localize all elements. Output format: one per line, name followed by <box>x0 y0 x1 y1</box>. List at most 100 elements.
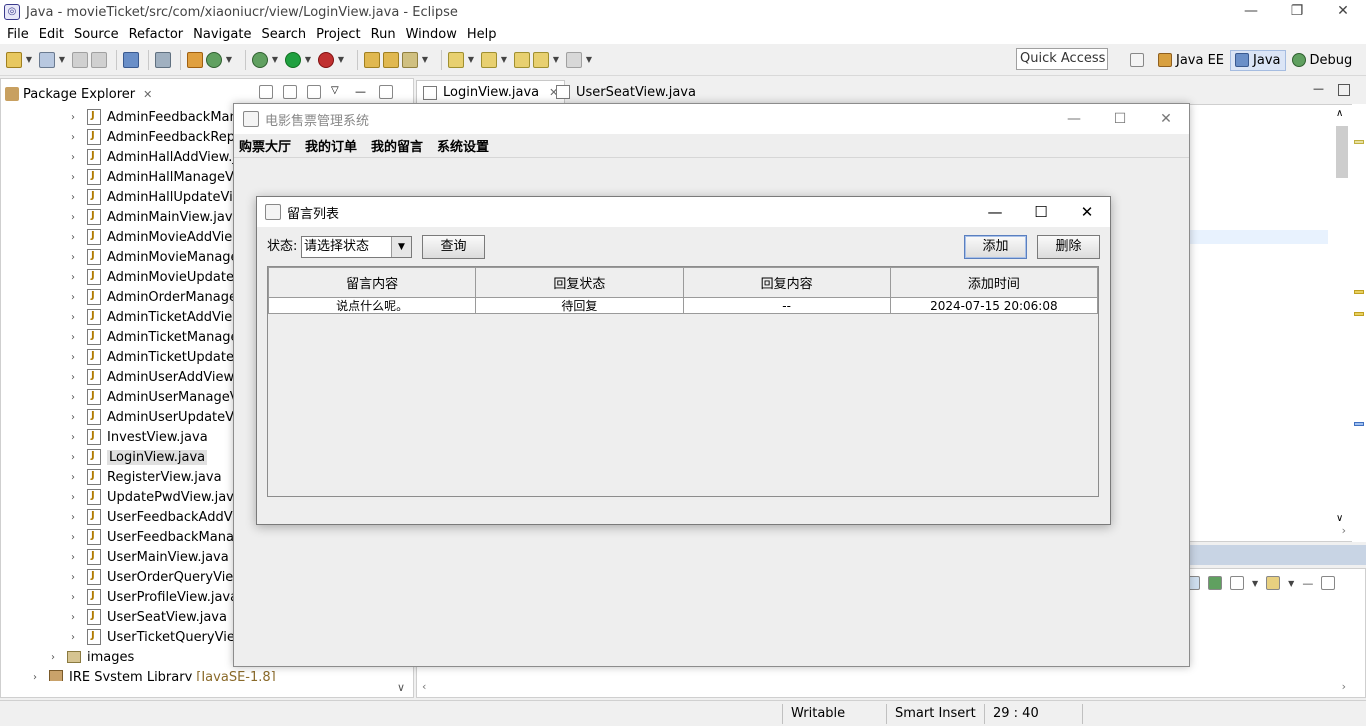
tree-item[interactable]: › AdminTicketAddView.j <box>67 307 249 327</box>
open-task-icon[interactable] <box>383 52 399 68</box>
save-icon[interactable] <box>72 52 88 68</box>
tree-item[interactable]: › AdminMovieUpdateVi <box>67 267 246 287</box>
chevron-right-icon[interactable]: › <box>67 312 79 323</box>
chevron-right-icon[interactable]: › <box>67 392 79 403</box>
tree-item[interactable]: › AdminOrderManageV <box>67 287 246 307</box>
tree-item[interactable]: › LoginView.java <box>67 447 208 467</box>
tree-item[interactable]: › UserTicketQueryView.j <box>67 627 252 647</box>
tree-item[interactable]: › AdminMainView.java <box>67 207 241 227</box>
scroll-up-icon[interactable]: ∧ <box>1336 108 1343 119</box>
tree-item[interactable]: ›AdminUserUpdateView <box>67 407 256 427</box>
chevron-right-icon[interactable]: › <box>67 132 79 143</box>
perspective-debug[interactable]: Debug <box>1288 51 1357 70</box>
chevron-right-icon[interactable]: › <box>67 552 79 563</box>
tree-item[interactable]: › AdminUserAddView.ja <box>67 367 249 387</box>
occurrence-marker[interactable] <box>1354 422 1364 426</box>
minimize-view-icon[interactable]: — <box>355 85 369 99</box>
minimize-button[interactable]: — <box>1228 0 1274 24</box>
menu-window[interactable]: Window <box>406 27 457 42</box>
chevron-right-icon[interactable]: › <box>67 612 79 623</box>
forward-icon[interactable] <box>566 52 582 68</box>
close-button[interactable]: ✕ <box>1320 0 1366 24</box>
maximize-editor-icon[interactable] <box>1338 84 1350 96</box>
new-icon[interactable] <box>6 52 22 68</box>
table-row[interactable]: 说点什么呢。 待回复 -- 2024-07-15 20:06:08 <box>267 297 1099 314</box>
chevron-right-icon[interactable]: › <box>67 432 79 443</box>
search-icon[interactable] <box>402 52 418 68</box>
display-console-icon[interactable] <box>1230 576 1244 590</box>
chevron-right-icon[interactable]: › <box>67 172 79 183</box>
tree-item[interactable]: › UserProfileView.java <box>67 587 238 607</box>
chevron-right-icon[interactable]: › <box>67 212 79 223</box>
external-tools-icon[interactable] <box>318 52 334 68</box>
minimize-editor-icon[interactable]: — <box>1313 82 1324 95</box>
chevron-right-icon[interactable]: › <box>47 652 59 663</box>
table-cell[interactable]: 待回复 <box>475 297 684 314</box>
tree-item[interactable]: › UserMainView.java <box>67 547 229 567</box>
focus-icon[interactable] <box>307 85 321 99</box>
debug-dropdown-icon[interactable]: ▼ <box>271 52 279 68</box>
menu-file[interactable]: File <box>7 27 29 42</box>
new-package-icon[interactable] <box>39 52 55 68</box>
chevron-right-icon[interactable]: › <box>67 592 79 603</box>
chevron-right-icon[interactable]: › <box>67 292 79 303</box>
search-dropdown-icon[interactable]: ▼ <box>421 52 429 68</box>
tab-package-explorer[interactable]: Package Explorer ✕ <box>5 82 152 106</box>
annotation-marker[interactable] <box>1354 140 1364 144</box>
display-console-dropdown-icon[interactable]: ▼ <box>1252 579 1258 588</box>
menu-my-orders[interactable]: 我的订单 <box>305 136 357 155</box>
link-with-editor-icon[interactable] <box>283 85 297 99</box>
minimize-button[interactable]: — <box>972 197 1018 227</box>
refresh-dropdown-icon[interactable]: ▼ <box>225 52 233 68</box>
tree-item[interactable]: › UserFeedbackManage <box>67 527 250 547</box>
next-annotation-dropdown-icon[interactable]: ▼ <box>467 52 475 68</box>
tree-item[interactable]: › RegisterView.java <box>67 467 222 487</box>
back-icon[interactable] <box>533 52 549 68</box>
menu-my-messages[interactable]: 我的留言 <box>371 136 423 155</box>
tree-item[interactable]: › AdminHallUpdateView <box>67 187 251 207</box>
warning-marker[interactable] <box>1354 312 1364 316</box>
scrollbar-thumb[interactable] <box>1336 126 1348 178</box>
previous-annotation-dropdown-icon[interactable]: ▼ <box>500 52 508 68</box>
bottom-horizontal-scrollbar[interactable]: ‹ › <box>416 680 1350 696</box>
overview-ruler[interactable] <box>1352 104 1366 542</box>
quick-access-field[interactable]: Quick Access <box>1016 48 1108 70</box>
menu-refactor[interactable]: Refactor <box>129 27 184 42</box>
chevron-right-icon[interactable]: › <box>67 632 79 643</box>
open-perspective-button[interactable] <box>1126 51 1152 69</box>
last-edit-location-icon[interactable] <box>514 52 530 68</box>
table-cell[interactable]: 说点什么呢。 <box>267 297 477 314</box>
add-button[interactable]: 添加 <box>964 235 1027 259</box>
menu-navigate[interactable]: Navigate <box>193 27 251 42</box>
maximize-view-icon[interactable] <box>379 85 393 99</box>
run-icon[interactable] <box>285 52 301 68</box>
refresh-icon[interactable] <box>206 52 222 68</box>
chevron-right-icon[interactable]: › <box>67 192 79 203</box>
tab-loginview[interactable]: LoginView.java ✕ <box>416 80 566 104</box>
new-console-icon[interactable] <box>1266 576 1281 590</box>
perspective-java-ee[interactable]: Java EE <box>1154 51 1228 70</box>
chevron-right-icon[interactable]: › <box>67 272 79 283</box>
tree-item[interactable]: ›AdminFeedbackReplyV <box>67 127 255 147</box>
chevron-right-icon[interactable]: › <box>67 412 79 423</box>
menu-search[interactable]: Search <box>261 27 306 42</box>
chevron-right-icon[interactable]: › <box>67 472 79 483</box>
minimize-panel-icon[interactable]: — <box>1302 577 1313 590</box>
restore-button[interactable]: ❐ <box>1274 0 1320 24</box>
warning-marker[interactable] <box>1354 290 1364 294</box>
tree-item[interactable]: › AdminMovieAddView.j <box>67 227 249 247</box>
forward-dropdown-icon[interactable]: ▼ <box>585 52 593 68</box>
scroll-right-icon[interactable]: › <box>1342 680 1346 693</box>
tree-item[interactable]: › UserSeatView.java <box>67 607 227 627</box>
tree-item[interactable]: › AdminTicketManageV <box>67 327 247 347</box>
tree-item[interactable]: › InvestView.java <box>67 427 208 447</box>
debug-icon[interactable] <box>252 52 268 68</box>
column-header-reply-status[interactable]: 回复状态 <box>475 267 684 298</box>
perspective-java[interactable]: Java <box>1230 49 1286 71</box>
tree-item[interactable]: › AdminMovieManageV <box>67 247 247 267</box>
scroll-left-icon[interactable]: ‹ <box>422 680 426 693</box>
horizontal-scrollbar[interactable]: ∨ <box>1 681 413 697</box>
new-console-dropdown-icon[interactable]: ▼ <box>1288 579 1294 588</box>
close-button[interactable]: ✕ <box>1064 197 1110 227</box>
column-header-reply-content[interactable]: 回复内容 <box>682 267 891 298</box>
